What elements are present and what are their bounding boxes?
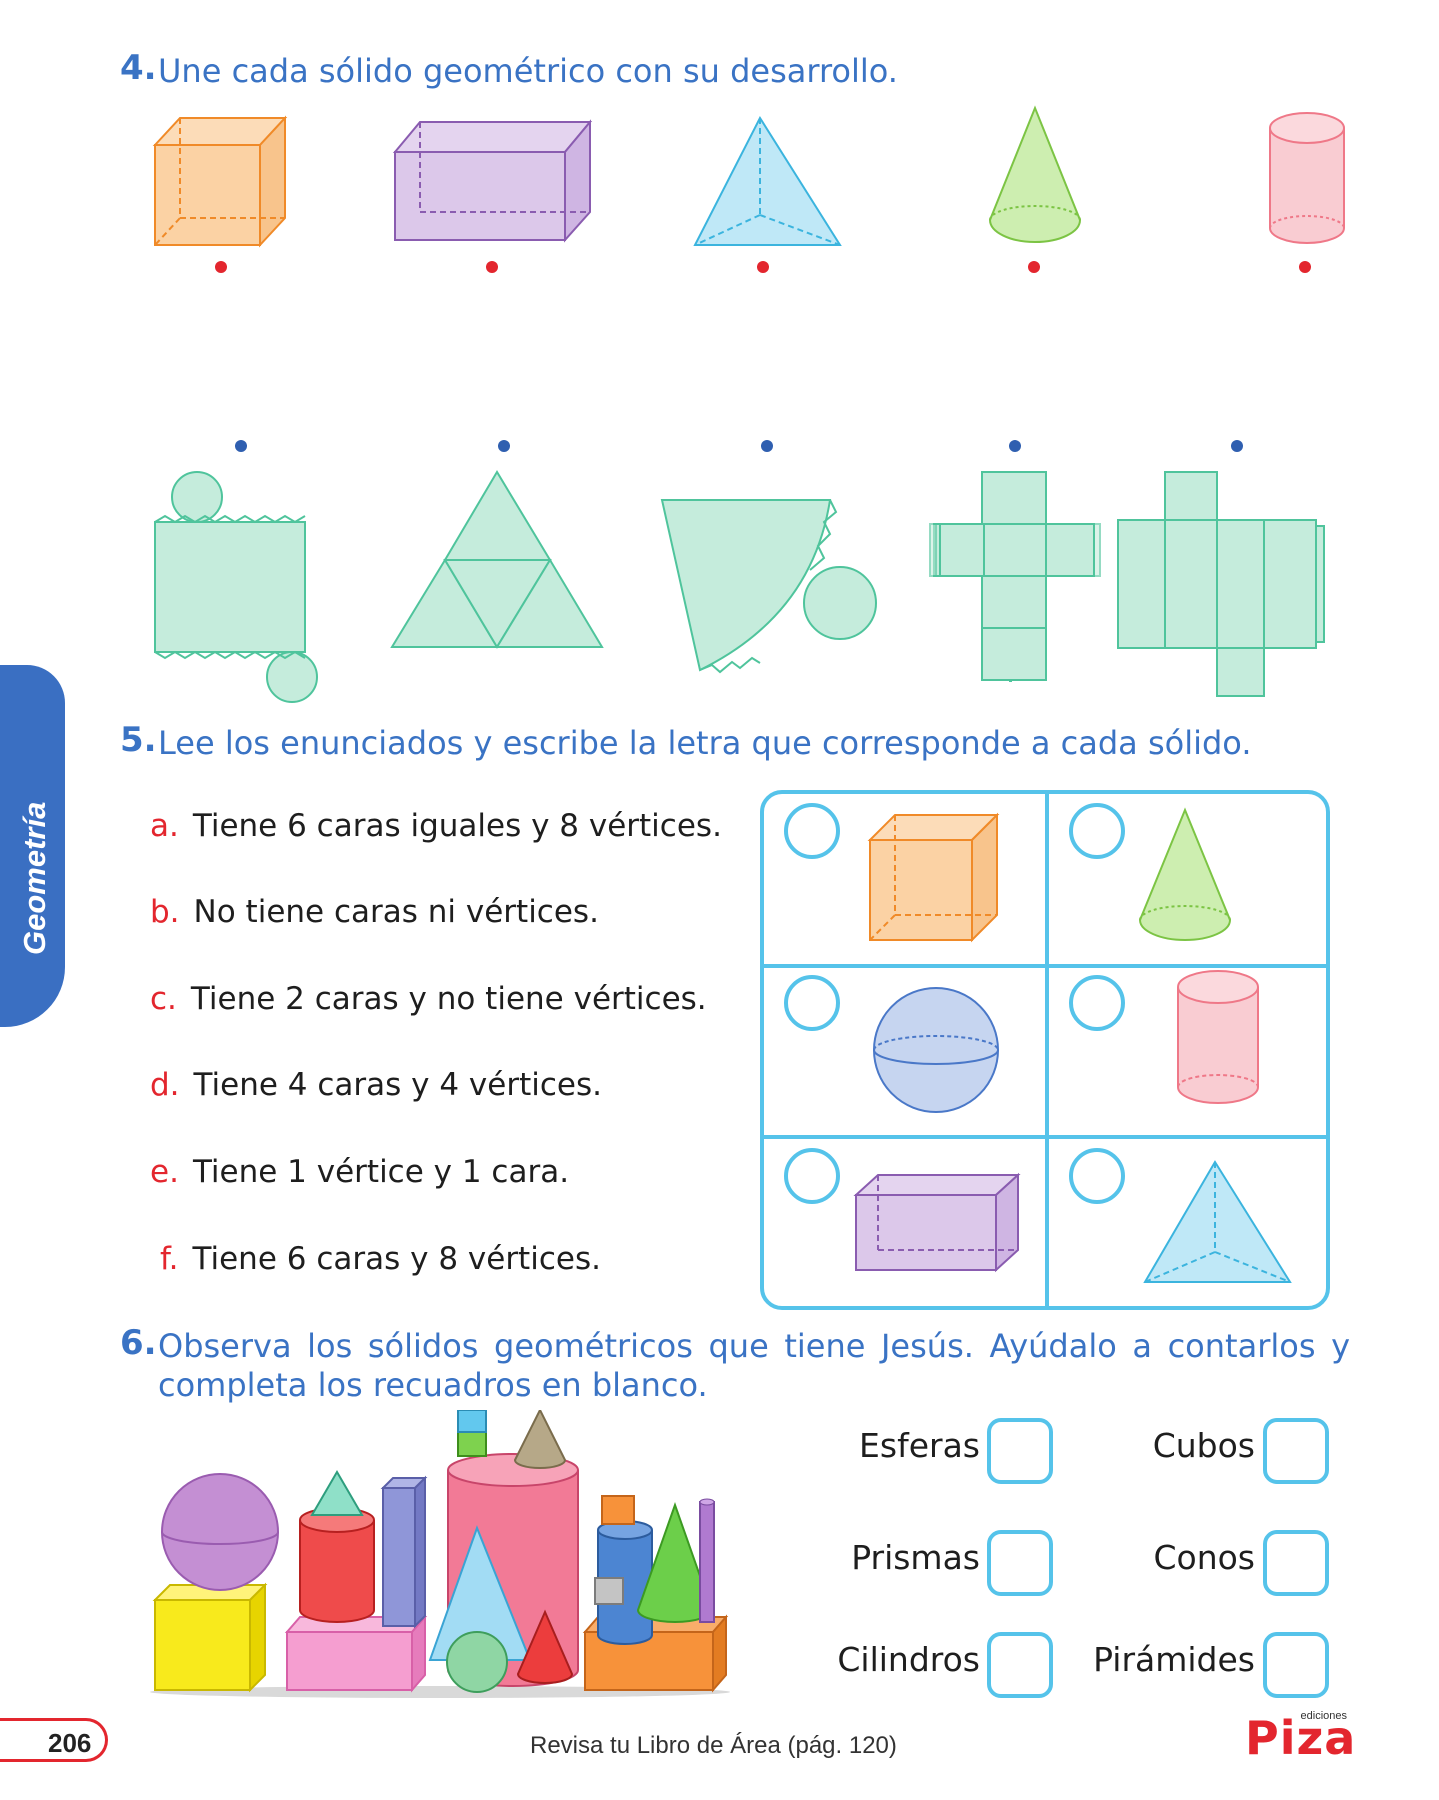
- count-box-esferas[interactable]: [987, 1418, 1053, 1484]
- count-box-cilindros[interactable]: [987, 1632, 1053, 1698]
- exercise-6-instruction-line1: Observa los sólidos geométricos que tien…: [158, 1327, 1350, 1365]
- label-cilindros: Cilindros: [837, 1640, 980, 1679]
- cone-match-dot[interactable]: [1028, 261, 1040, 273]
- grid-triangular-pyramid: [1143, 1160, 1292, 1283]
- statement-text: No tiene caras ni vértices.: [193, 894, 599, 930]
- statement-text: Tiene 6 caras y 8 vértices.: [192, 1241, 601, 1277]
- net-cone-match-dot[interactable]: [761, 440, 773, 452]
- statement-letter: f.: [160, 1241, 179, 1277]
- cube-net: [929, 471, 1101, 682]
- net-pyramid-match-dot[interactable]: [498, 440, 510, 452]
- statement-letter: b.: [150, 894, 180, 930]
- label-esferas: Esferas: [859, 1426, 980, 1465]
- net-cube-match-dot[interactable]: [1009, 440, 1021, 452]
- statement-e: e. Tiene 1 vértice y 1 cara.: [150, 1154, 569, 1190]
- statement-d: d. Tiene 4 caras y 4 vértices.: [150, 1067, 602, 1103]
- net-cylinder-match-dot[interactable]: [235, 440, 247, 452]
- count-box-conos[interactable]: [1263, 1530, 1329, 1596]
- statement-text: Tiene 2 caras y no tiene vértices.: [190, 981, 707, 1017]
- label-piramides: Pirámides: [1093, 1640, 1255, 1679]
- solids-row: [152, 105, 1345, 248]
- statement-letter: c.: [150, 981, 177, 1017]
- grid-solids: [853, 807, 1292, 1283]
- jesus-solids-illustration: [150, 1410, 730, 1698]
- footer-reference: Revisa tu Libro de Área (pág. 120): [530, 1732, 897, 1759]
- grid-cone: [1138, 807, 1232, 941]
- statement-text: Tiene 6 caras iguales y 8 vértices.: [192, 808, 722, 844]
- exercise-6-instruction-line2: completa los recuadros en blanco.: [158, 1366, 708, 1404]
- cone-solid: [988, 105, 1082, 243]
- exercise-4-number: 4.: [120, 48, 157, 88]
- cylinder-solid: [1269, 112, 1345, 244]
- statement-text: Tiene 4 caras y 4 vértices.: [193, 1067, 602, 1103]
- statement-b: b. No tiene caras ni vértices.: [150, 894, 599, 930]
- statement-c: c. Tiene 2 caras y no tiene vértices.: [150, 981, 707, 1017]
- page-number-box: 206: [0, 1718, 108, 1762]
- label-cubos: Cubos: [1152, 1426, 1255, 1465]
- cylinder-match-dot[interactable]: [1299, 261, 1311, 273]
- statement-f: f. Tiene 6 caras y 8 vértices.: [160, 1241, 601, 1277]
- side-tab-label: Geometría: [17, 801, 52, 955]
- statement-letter: d.: [150, 1067, 180, 1103]
- grid-cylinder: [1177, 970, 1259, 1104]
- statement-a: a. Tiene 6 caras iguales y 8 vértices.: [150, 808, 722, 844]
- grid-rectangular-prism: [853, 1172, 1021, 1273]
- section-side-tab: Geometría: [0, 665, 65, 1027]
- label-prismas: Prismas: [851, 1538, 980, 1577]
- publisher-logo: ediciones Piza: [1245, 1705, 1355, 1765]
- logo-text: Piza: [1245, 1711, 1357, 1765]
- cube-solid: [152, 115, 288, 248]
- cube-match-dot[interactable]: [215, 261, 227, 273]
- label-conos: Conos: [1153, 1538, 1255, 1577]
- exercise-6-number: 6.: [120, 1323, 157, 1363]
- prism-match-dot[interactable]: [486, 261, 498, 273]
- count-box-piramides[interactable]: [1263, 1632, 1329, 1698]
- triangular-pyramid-net: [390, 470, 604, 649]
- net-prism-match-dot[interactable]: [1231, 440, 1243, 452]
- exercise-4-instruction: Une cada sólido geométrico con su desarr…: [158, 52, 898, 90]
- statement-text: Tiene 1 vértice y 1 cara.: [192, 1154, 570, 1190]
- exercise-5-instruction: Lee los enunciados y escribe la letra qu…: [158, 724, 1252, 762]
- grid-sphere: [873, 987, 999, 1113]
- pyramid-match-dot[interactable]: [757, 261, 769, 273]
- statement-letter: e.: [150, 1154, 179, 1190]
- cylinder-net: [154, 471, 318, 703]
- triangular-pyramid-solid: [693, 115, 842, 246]
- grid-cube: [867, 812, 1000, 943]
- rectangular-prism-solid: [392, 119, 593, 243]
- count-box-prismas[interactable]: [987, 1530, 1053, 1596]
- nets-row: [154, 470, 1325, 703]
- statement-letter: a.: [150, 808, 179, 844]
- rectangular-prism-net: [1117, 471, 1325, 697]
- count-box-cubos[interactable]: [1263, 1418, 1329, 1484]
- page-number: 206: [48, 1728, 92, 1758]
- cone-net: [660, 499, 877, 674]
- exercise-5-number: 5.: [120, 720, 157, 760]
